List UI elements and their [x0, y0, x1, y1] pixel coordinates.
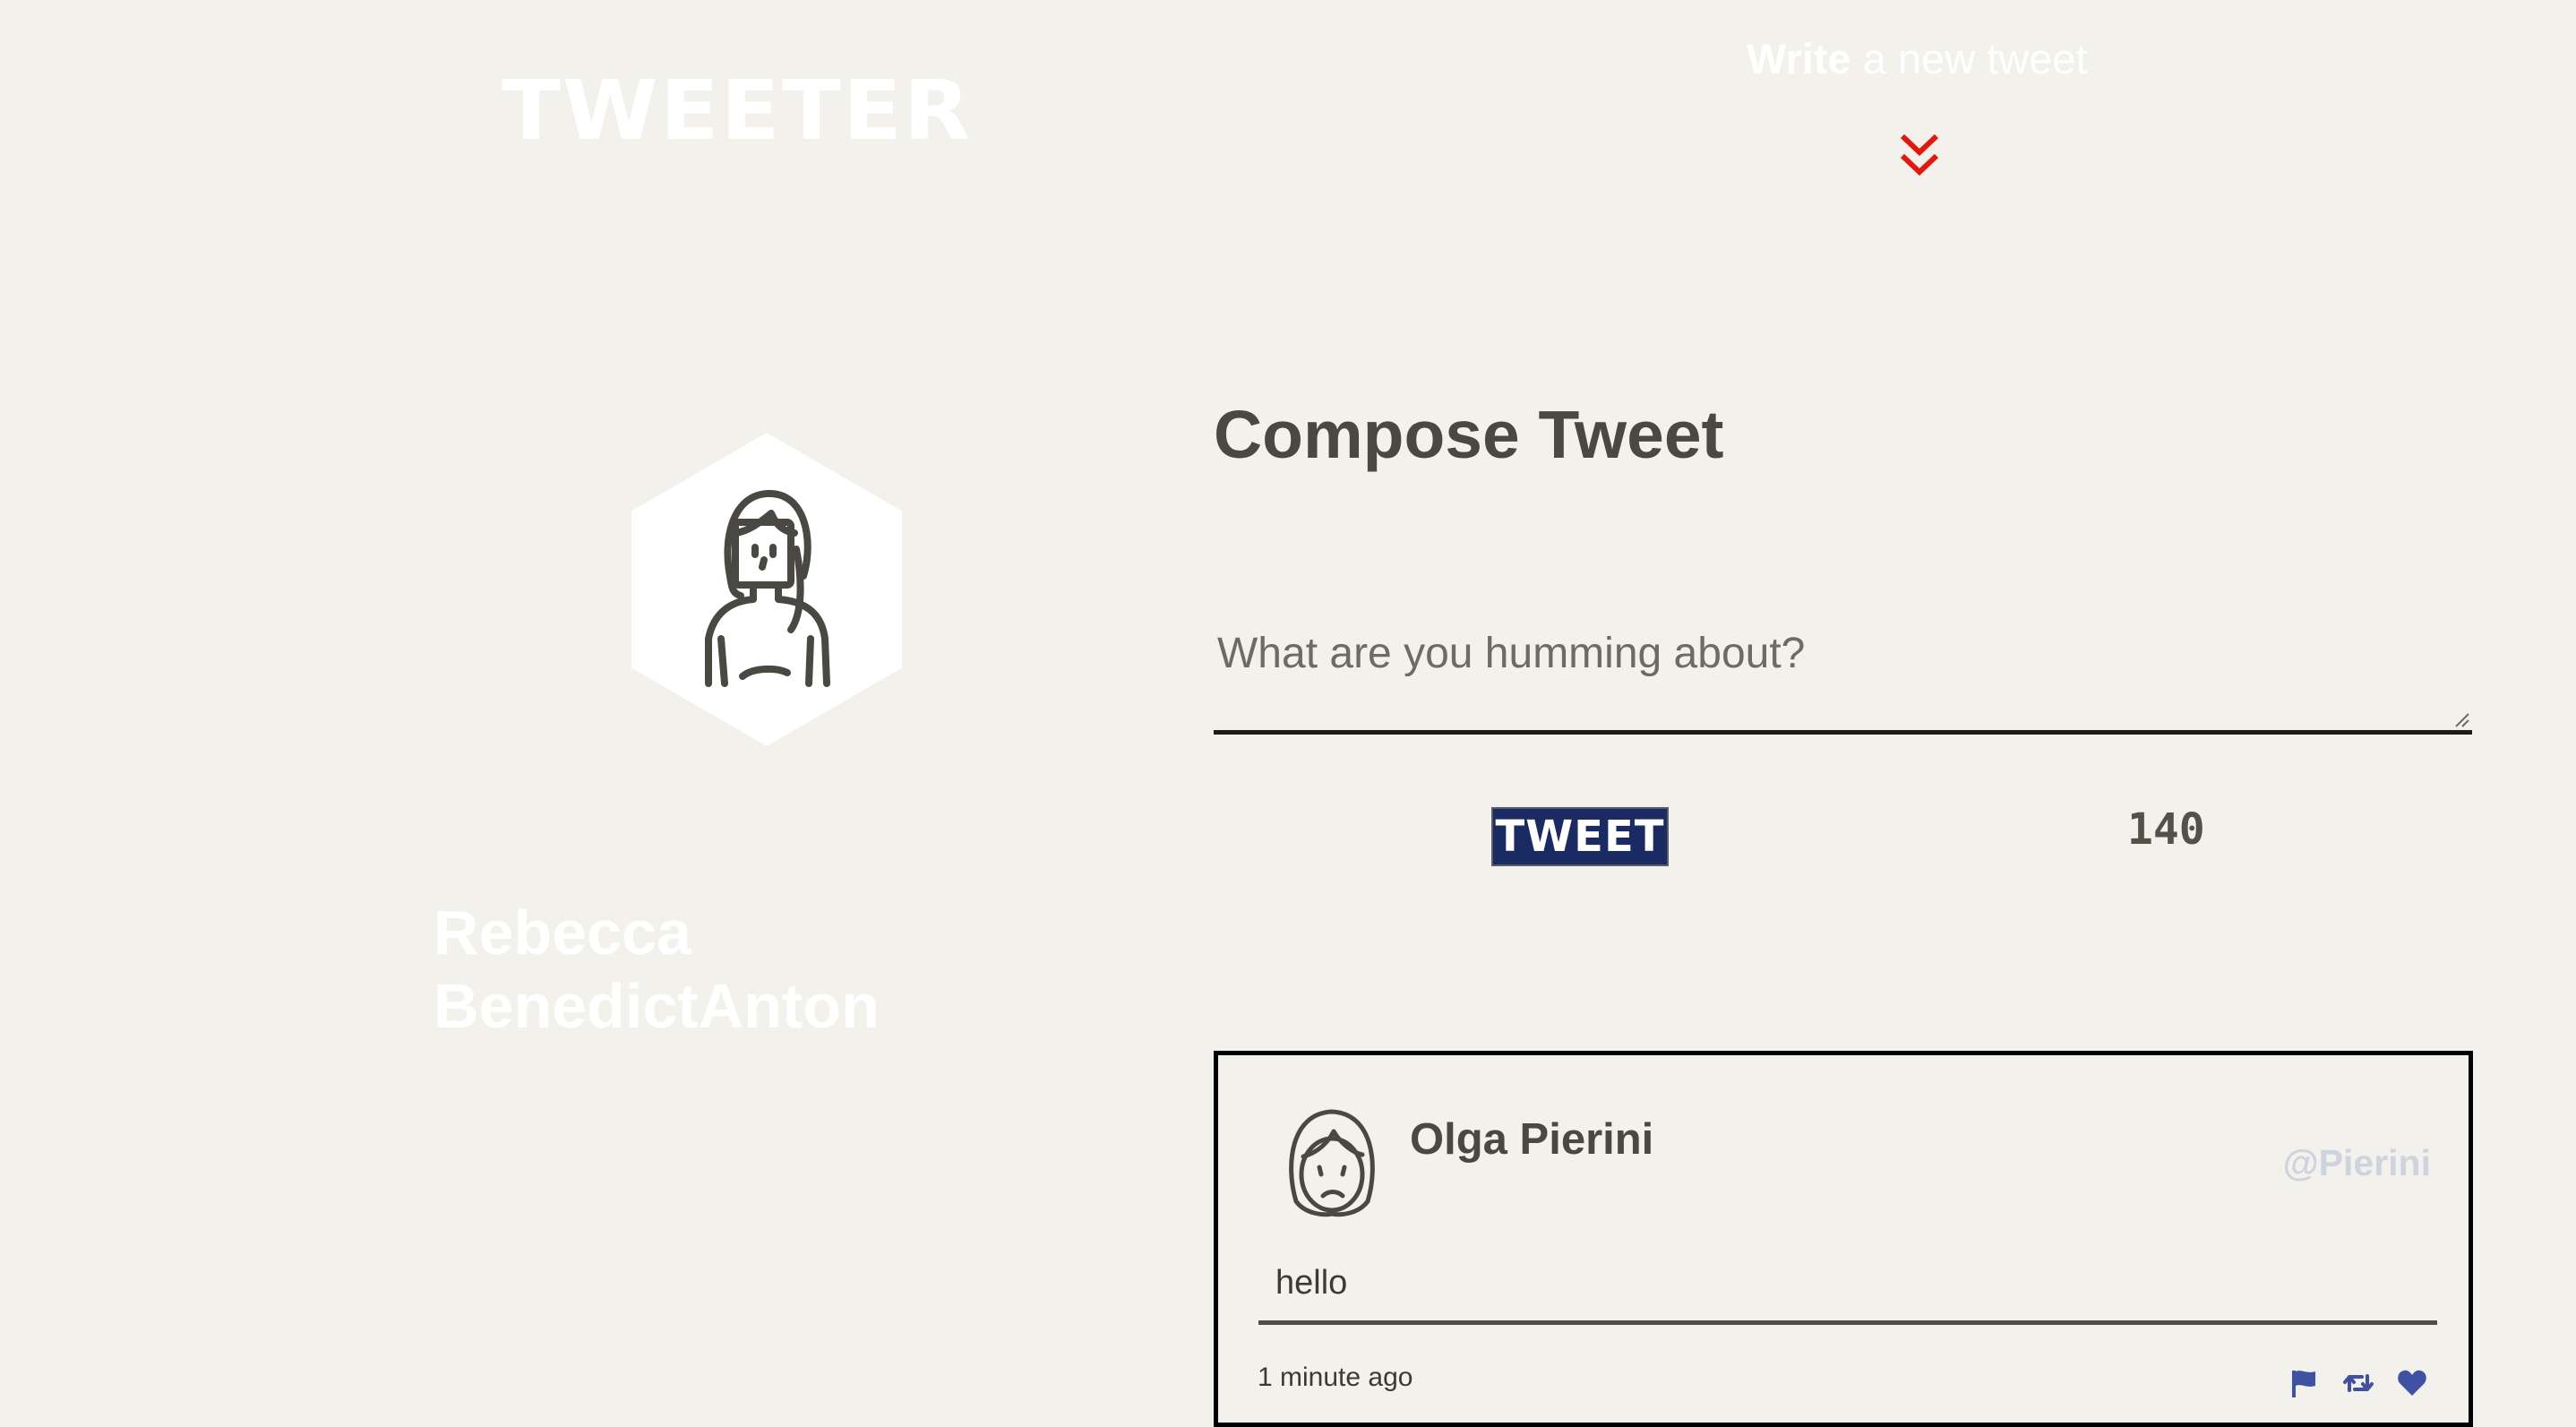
tweet-text: hello: [1275, 1264, 1348, 1302]
tweet-submit-button[interactable]: TWEET: [1491, 807, 1669, 866]
sad-face-avatar-icon: [1289, 1109, 1375, 1217]
flag-icon[interactable]: [2288, 1367, 2321, 1399]
resize-grip-icon[interactable]: [2454, 712, 2470, 728]
character-counter: 140: [2127, 804, 2205, 855]
profile-name: Rebecca BenedictAnton: [434, 898, 880, 1041]
write-bold-text: Write: [1747, 35, 1851, 82]
retweet-icon[interactable]: [2342, 1367, 2374, 1399]
app-logo[interactable]: TWEETER: [502, 63, 970, 159]
tweet-actions: [2288, 1367, 2428, 1399]
tweet-card: Olga Pierini @Pierini hello 1 minute ago: [1214, 1051, 2473, 1427]
write-new-tweet-link[interactable]: Write a new tweet: [1747, 34, 2088, 83]
tweet-author: Olga Pierini: [1410, 1115, 1654, 1164]
write-rest-text: a new tweet: [1850, 35, 2088, 82]
profile-avatar: [631, 433, 902, 746]
tweet-divider: [1258, 1320, 2437, 1325]
tweet-handle: @Pierini: [2282, 1142, 2431, 1183]
compose-title: Compose Tweet: [1214, 397, 1724, 472]
heart-icon[interactable]: [2396, 1367, 2428, 1399]
tweet-input[interactable]: [1214, 609, 2472, 735]
woman-avatar-icon: [705, 489, 830, 687]
double-chevron-down-icon[interactable]: [1897, 131, 1942, 177]
tweet-timestamp: 1 minute ago: [1258, 1363, 1413, 1392]
